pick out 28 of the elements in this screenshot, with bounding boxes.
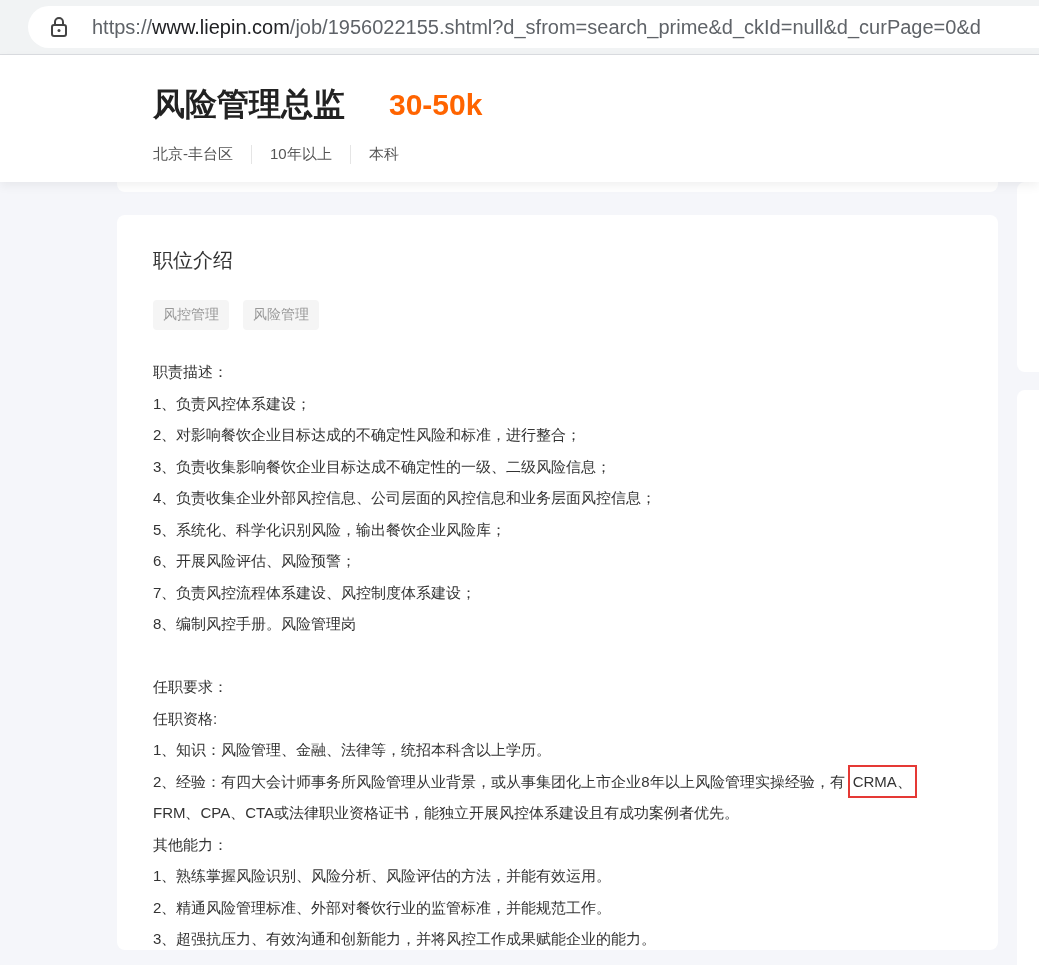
description-line: 6、开展风险评估、风险预警； [153,551,358,571]
description-line: 3、负责收集影响餐饮企业目标达成不确定性的一级、二级风险信息； [153,456,613,477]
lock-icon [50,16,68,38]
job-meta: 10年以上 [251,145,350,164]
job-title: 风险管理总监 [153,85,345,124]
url-text: https://www.liepin.com/job/1956022155.shtml?d_sfrom=search_prime&d_ckId=null&d_curPage=0&d [92,15,981,39]
description-line: 8、编制风控手册。风险管理岗 [153,614,358,634]
skill-tag[interactable]: 风控管理 [153,300,229,330]
description-line: 1、熟练掌握风险识别、风险分析、风险评估的方法，并能有效运用。 [153,866,613,886]
skill-tag[interactable]: 风险管理 [243,300,319,330]
description-line: 2、对影响餐饮企业目标达成的不确定性风险和标准，进行整合； [153,425,583,445]
description-line: 职责描述： [153,362,229,382]
description-line: 3、超强抗压力、有效沟通和创新能力，并将风控工作成果赋能企业的能力。 [153,929,658,949]
description-line: 2、精通风险管理标准、外部对餐饮行业的监管标准，并能规范工作。 [153,897,613,918]
section-heading: 职位介绍 [153,248,234,273]
description-line: 任职资格: [153,708,219,729]
description-line: 任职要求： [153,677,229,697]
job-meta: 本科 [349,145,417,164]
description-line: 4、负责收集企业外部风控信息、公司层面的风控信息和业务层面风控信息； [153,488,658,508]
salary: 30-50k [389,88,483,122]
description-line: 5、系统化、科学化识别风险，输出餐饮企业风险库； [153,519,508,540]
description-line: 2、经验：有四大会计师事务所风险管理从业背景，或从事集团化上市企业8年以上风险管理实操经验，有 CRMA、 FRM、CPA、CTA或法律职业资格证书，能独立开展风控体系建设且有成功案例者优先。 [153,765,962,829]
description-line: 其他能力： [153,834,229,855]
description-line: 1、负责风控体系建设； [153,393,313,414]
address-bar[interactable]: https://www.liepin.com/job/1956022155.shtml?d_sfrom=search_prime&d_ckId=null&d_curPage=0&d [28,6,1039,48]
description-line: 1、知识：风险管理、金融、法律等，统招本科含以上学历。 [153,740,553,760]
description-line: 7、负责风控流程体系建设、风控制度体系建设； [153,582,478,603]
job-meta: 北京-丰台区 [153,145,234,164]
